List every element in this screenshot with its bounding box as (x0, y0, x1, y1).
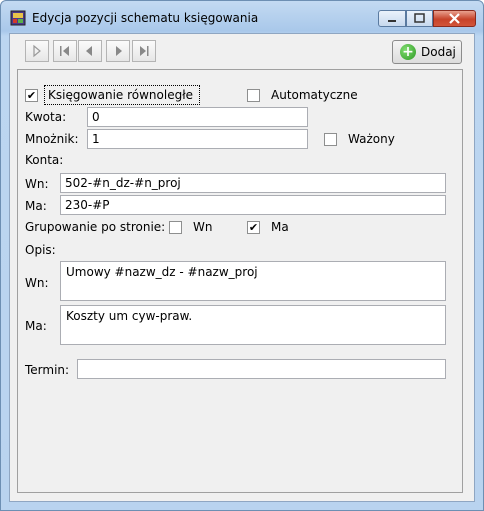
konto-wn-label: Wn: (25, 177, 49, 191)
app-icon (10, 10, 26, 26)
window-title: Edycja pozycji schematu księgowania (32, 11, 259, 25)
automatyczne-checkbox[interactable] (247, 89, 260, 102)
title-bar[interactable]: Edycja pozycji schematu księgowania (1, 1, 483, 33)
ksiegowanie-rownolegle-checkbox[interactable]: ✔ (25, 89, 38, 102)
first-record-button[interactable] (53, 40, 77, 62)
add-icon: + (400, 44, 416, 60)
grupowanie-ma-checkbox[interactable]: ✔ (247, 221, 260, 234)
new-record-icon (33, 44, 41, 58)
kwota-label: Kwota: (25, 110, 67, 124)
next-record-icon (116, 46, 122, 56)
opis-label: Opis: (25, 243, 56, 257)
close-icon (449, 13, 460, 24)
konto-ma-input[interactable]: 230-#P (60, 195, 446, 215)
grupowanie-wn-checkbox[interactable] (169, 221, 182, 234)
konta-label: Konta: (25, 153, 64, 167)
previous-record-button[interactable] (78, 40, 102, 62)
mnoznik-label: Mnożnik: (25, 132, 79, 146)
opis-ma-textarea[interactable]: Koszty um cyw-praw. (60, 305, 446, 345)
grupowanie-ma-label[interactable]: Ma (271, 220, 289, 234)
close-button[interactable] (433, 10, 476, 27)
next-record-button[interactable] (106, 40, 130, 62)
last-record-button[interactable] (132, 40, 156, 62)
add-button[interactable]: + Dodaj (392, 40, 462, 64)
maximize-icon (414, 13, 425, 23)
grupowanie-label: Grupowanie po stronie: (25, 220, 166, 234)
wazony-checkbox[interactable] (324, 133, 337, 146)
termin-input[interactable] (77, 359, 446, 379)
konto-wn-input[interactable]: 502-#n_dz-#n_proj (60, 173, 446, 193)
minimize-button[interactable] (378, 10, 406, 27)
automatyczne-label[interactable]: Automatyczne (271, 88, 358, 102)
konto-ma-label: Ma: (25, 199, 47, 213)
mnoznik-input[interactable]: 1 (87, 129, 308, 149)
grupowanie-wn-label[interactable]: Wn (193, 220, 212, 234)
wazony-label[interactable]: Ważony (348, 132, 395, 146)
minimize-icon (388, 20, 396, 22)
termin-label: Termin: (25, 363, 70, 377)
kwota-input[interactable]: 0 (87, 107, 308, 127)
last-record-icon (140, 46, 149, 56)
opis-ma-label: Ma: (25, 319, 47, 333)
add-button-label: Dodaj (421, 45, 456, 59)
opis-wn-label: Wn: (25, 276, 49, 290)
first-record-icon (60, 46, 69, 56)
opis-wn-textarea[interactable]: Umowy #nazw_dz - #nazw_proj (60, 261, 446, 301)
ksiegowanie-rownolegle-label[interactable]: Księgowanie równoległe (48, 88, 193, 102)
maximize-button[interactable] (406, 10, 433, 27)
new-record-button[interactable] (25, 40, 49, 62)
previous-record-icon (86, 46, 92, 56)
